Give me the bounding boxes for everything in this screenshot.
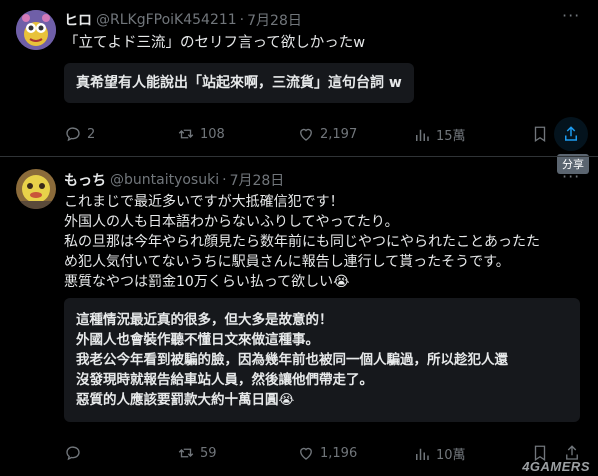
- tweet-header: ヒロ @RLKgFPoiK454211 · 7月28日: [64, 10, 302, 30]
- views-count: 15萬: [436, 129, 466, 144]
- share-icon: [565, 126, 577, 141]
- separator-dot: ·: [222, 172, 227, 188]
- retweet-button[interactable]: 59: [177, 444, 217, 462]
- retweet-icon: [178, 448, 194, 458]
- user-handle[interactable]: @RLKgFPoiK454211: [96, 12, 237, 28]
- views-button[interactable]: 15萬: [413, 125, 466, 144]
- reply-button[interactable]: 2: [64, 125, 95, 143]
- heart-icon: [300, 128, 312, 141]
- retweet-count: 59: [200, 445, 217, 461]
- bookmark-icon: [534, 126, 546, 143]
- like-count: 2,197: [320, 126, 358, 142]
- views-icon: [416, 448, 429, 460]
- translation-box: 這種情況最近真的很多，但大多是故意的！ 外國人也會裝作聽不懂日文來做這種事。 我…: [64, 298, 580, 422]
- more-options-icon[interactable]: ···: [562, 167, 580, 186]
- views-count: 10萬: [436, 448, 466, 463]
- reply-icon: [66, 127, 80, 142]
- bookmark-button[interactable]: [531, 125, 549, 143]
- avatar[interactable]: [16, 169, 56, 209]
- retweet-icon: [178, 129, 194, 139]
- more-options-icon[interactable]: ···: [562, 6, 580, 25]
- tweet-date[interactable]: 7月28日: [247, 10, 302, 30]
- separator-dot: ·: [239, 12, 245, 28]
- display-name[interactable]: ヒロ: [64, 10, 92, 30]
- display-name[interactable]: もっち: [64, 170, 106, 190]
- share-button[interactable]: [554, 117, 588, 151]
- tweet-date[interactable]: 7月28日: [230, 170, 285, 190]
- tweet-2[interactable]: もっち @buntaityosuki · 7月28日 ··· これまじで最近多い…: [0, 157, 598, 476]
- user-handle[interactable]: @buntaityosuki: [110, 172, 219, 188]
- translation-box: 真希望有人能說出「站起來啊，三流貨」這句台詞 w: [64, 63, 414, 103]
- avatar[interactable]: [16, 10, 56, 50]
- tweet-text: 「立てよド三流」のセリフ言って欲しかったw: [64, 35, 366, 51]
- watermark-logo: 4GAMERS: [522, 459, 590, 474]
- tweet-header: もっち @buntaityosuki · 7月28日: [64, 170, 284, 190]
- tweet-1[interactable]: ヒロ @RLKgFPoiK454211 · 7月28日 ··· 「立てよド三流」…: [0, 0, 598, 174]
- like-button[interactable]: 1,196: [297, 444, 357, 462]
- reply-icon: [66, 446, 80, 461]
- retweet-count: 108: [200, 126, 225, 142]
- retweet-button[interactable]: 108: [177, 125, 225, 143]
- reply-count: 2: [87, 126, 96, 142]
- tweet-text: これまじで最近多いですが大抵確信犯です！ 外国人の人も日本語わからないふりしてや…: [64, 194, 540, 290]
- like-count: 1,196: [320, 445, 358, 461]
- views-button[interactable]: 10萬: [413, 444, 466, 463]
- views-icon: [416, 129, 429, 141]
- like-button[interactable]: 2,197: [297, 125, 357, 143]
- reply-button[interactable]: [64, 444, 82, 462]
- heart-icon: [300, 447, 312, 460]
